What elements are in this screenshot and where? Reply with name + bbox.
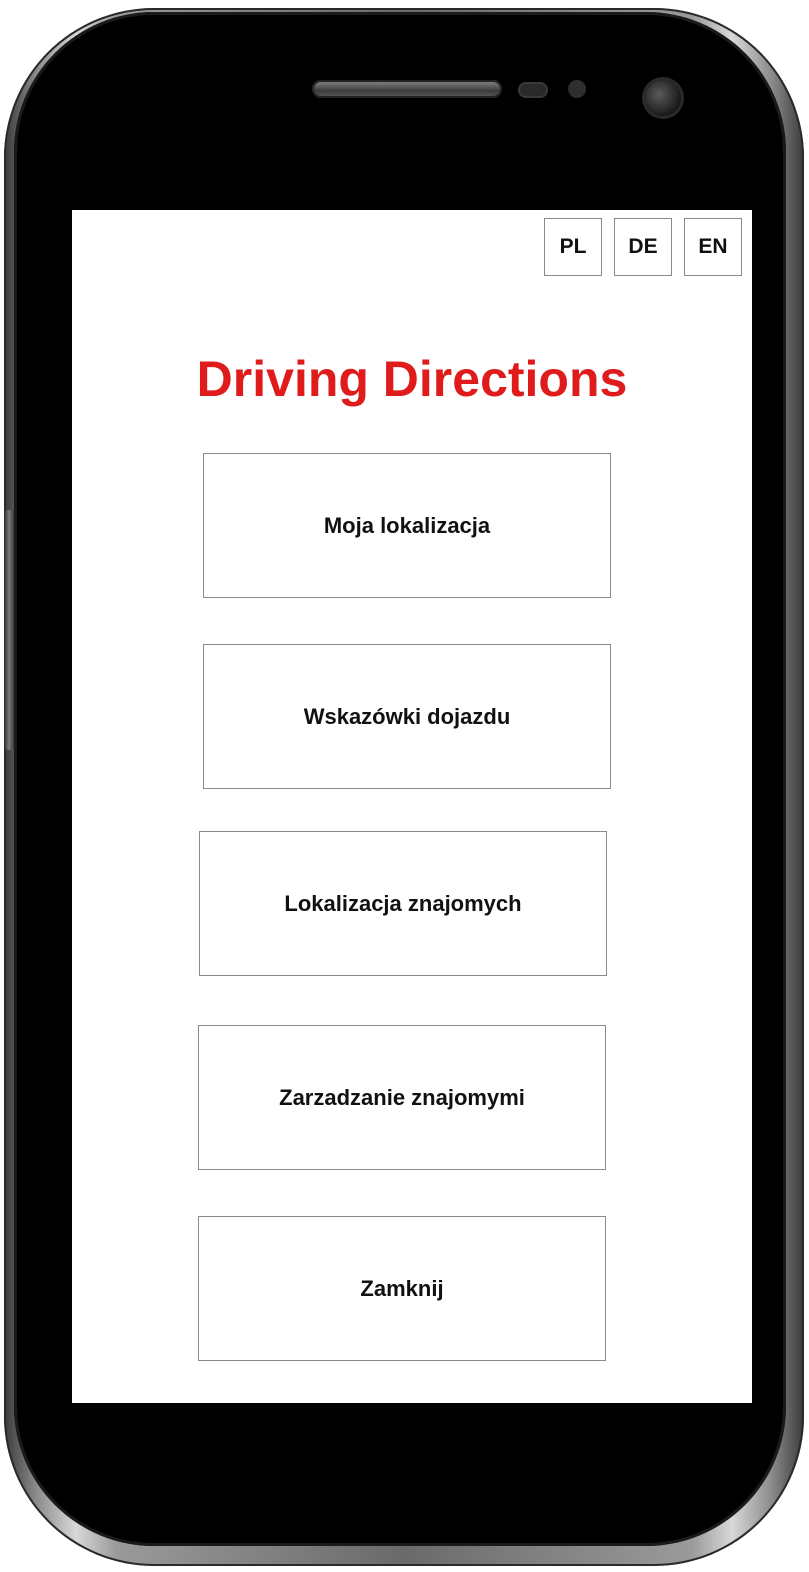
driving-directions-button[interactable]: Wskazówki dojazdu: [203, 644, 611, 789]
close-button[interactable]: Zamknij: [198, 1216, 606, 1361]
canvas: PL DE EN Driving Directions Moja lokaliz…: [0, 0, 809, 1572]
language-button-en[interactable]: EN: [684, 218, 742, 276]
proximity-sensor-icon: [518, 82, 548, 98]
language-button-de[interactable]: DE: [614, 218, 672, 276]
language-button-pl[interactable]: PL: [544, 218, 602, 276]
speaker-grille-icon: [312, 80, 502, 98]
light-sensor-icon: [568, 80, 586, 98]
page-title: Driving Directions: [196, 351, 628, 407]
friends-location-button[interactable]: Lokalizacja znajomych: [199, 831, 607, 976]
manage-friends-button[interactable]: Zarzadzanie znajomymi: [198, 1025, 606, 1170]
front-camera-icon: [645, 80, 681, 116]
phone-side-button: [4, 510, 14, 750]
app-screen: PL DE EN Driving Directions Moja lokaliz…: [72, 210, 752, 1403]
my-location-button[interactable]: Moja lokalizacja: [203, 453, 611, 598]
language-selector: PL DE EN: [544, 218, 742, 276]
